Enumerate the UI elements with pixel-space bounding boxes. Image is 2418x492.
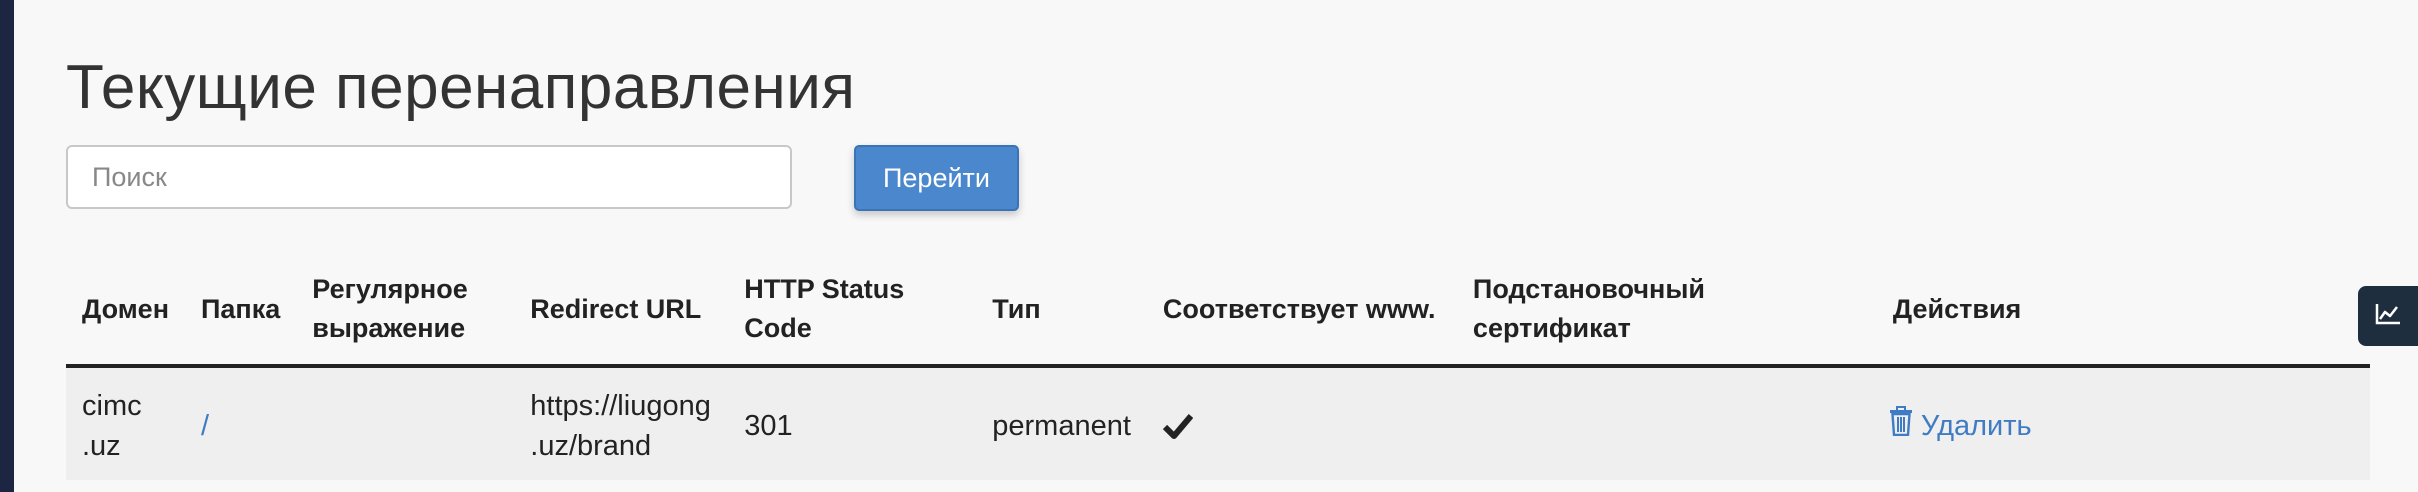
column-header-wildcard-cert[interactable]: Подстановочный сертификат (1456, 256, 1877, 368)
table-row: cimc .uz / https://liugong .uz/brand 301… (66, 366, 2370, 480)
cell-folder: / (185, 366, 297, 480)
redirects-table: Домен Папка Регулярное выражение Redirec… (66, 256, 2370, 480)
cell-wildcard (1456, 366, 1877, 480)
column-header-redirect-url[interactable]: Redirect URL (514, 256, 729, 368)
cell-matches-www (1146, 366, 1457, 480)
folder-link[interactable]: / (201, 410, 209, 442)
column-header-regex[interactable]: Регулярное выражение (296, 256, 515, 368)
column-header-actions: Действия (1876, 256, 2370, 368)
column-header-http-status[interactable]: HTTP Status Code (728, 256, 977, 368)
cell-redirect-url: https://liugong .uz/brand (514, 366, 729, 480)
chart-icon (2375, 303, 2401, 330)
table-header-row: Домен Папка Регулярное выражение Redirec… (66, 256, 2370, 368)
delete-button[interactable]: Удалить (1889, 405, 2032, 447)
check-icon (1162, 413, 1441, 439)
page-title: Текущие перенаправления (66, 53, 856, 122)
trash-icon (1889, 405, 1913, 447)
cell-http-status: 301 (728, 366, 977, 480)
delete-button-label: Удалить (1920, 410, 2032, 442)
left-sidebar-rail (0, 0, 14, 492)
go-button[interactable]: Перейти (854, 145, 1019, 211)
cell-domain: cimc .uz (66, 366, 185, 480)
column-header-type[interactable]: Тип (976, 256, 1147, 368)
cell-actions: Удалить (1876, 366, 2370, 480)
column-header-domain[interactable]: Домен (66, 256, 185, 368)
search-input[interactable] (66, 145, 792, 209)
cell-type: permanent (976, 366, 1147, 480)
stats-side-tab[interactable] (2358, 286, 2418, 346)
column-header-matches-www[interactable]: Соответствует www. (1146, 256, 1457, 368)
cell-regex (296, 366, 515, 480)
column-header-folder[interactable]: Папка (185, 256, 297, 368)
